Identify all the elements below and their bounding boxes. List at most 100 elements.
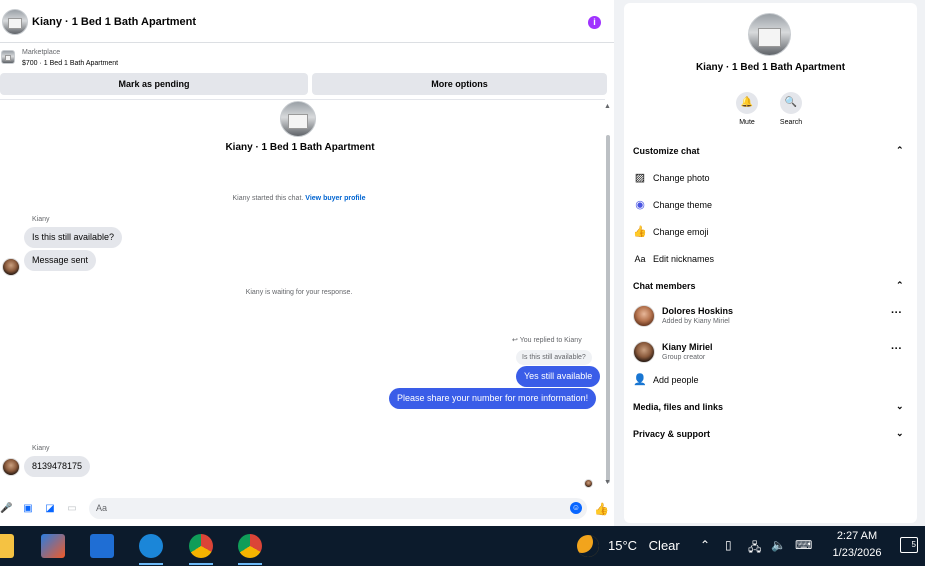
chevron-up-icon[interactable]: ⌃ [700,538,710,552]
mute-control[interactable]: 🔔 Mute [727,92,767,126]
photo-icon[interactable]: ▣ [22,503,34,515]
chat-scrollbar[interactable]: ▲ ▼ [604,103,612,488]
member-row[interactable]: Dolores Hoskins Added by Kiany Miriel ··… [633,305,913,335]
started-text: Kiany started this chat. [232,195,304,202]
more-icon[interactable]: ··· [891,343,902,355]
chrome-icon[interactable] [189,534,213,565]
notification-count: 5 [911,540,916,549]
store-icon[interactable] [41,534,65,558]
microphone-icon[interactable]: 🎤 [0,503,12,515]
chat-details-panel: Kiany · 1 Bed 1 Bath Apartment 🔔 Mute 🔍 … [624,3,917,523]
conversation-title: Kiany · 1 Bed 1 Bath Apartment [225,142,375,153]
change-photo-label: Change photo [653,173,710,183]
sender-avatar[interactable] [2,258,20,276]
info-icon[interactable]: i [588,16,601,29]
incoming-message[interactable]: Message sent [24,250,97,271]
incoming-message[interactable]: Is this still available? [24,227,123,248]
add-person-icon: 👤 [633,374,647,386]
details-title: Kiany · 1 Bed 1 Bath Apartment [695,62,846,73]
change-theme-label: Change theme [653,200,713,210]
add-people-label: Add people [653,375,699,385]
scroll-up-icon[interactable]: ▲ [604,103,611,110]
marketplace-thumbnail [1,50,15,64]
chrome-profile-icon[interactable] [238,534,262,565]
volume-icon[interactable]: 🔈 [771,538,786,552]
scrollbar-thumb[interactable] [606,135,610,483]
image-icon: ▨ [634,172,646,184]
incoming-message[interactable]: 8139478175 [24,456,91,477]
member-role: Group creator [662,354,706,361]
member-name: Kiany Miriel [662,342,713,352]
outgoing-message[interactable]: Yes still available [516,366,601,387]
member-role: Added by Kiany Miriel [662,318,730,325]
bell-icon[interactable]: 🔔 [736,92,758,114]
search-icon[interactable]: 🔍 [780,92,802,114]
outgoing-message[interactable]: Please share your number for more inform… [389,388,597,409]
network-icon[interactable]: 🖧 [748,538,761,559]
listing-avatar[interactable] [2,9,28,35]
replied-text: You replied to Kiany [519,337,582,344]
sender-name: Kiany [32,445,50,452]
more-options-button[interactable]: More options [312,73,607,95]
more-icon[interactable]: ··· [891,307,902,319]
screen: Kiany · 1 Bed 1 Bath Apartment i Marketp… [0,0,925,566]
message-placeholder: Aa [96,503,108,513]
moon-icon[interactable] [577,535,599,557]
device-icon[interactable]: ▯ [725,538,732,552]
notification-icon[interactable]: 5 [900,537,918,553]
temperature: 15°C [608,538,638,553]
chat-started-notice: Kiany started this chat. View buyer prof… [0,195,598,202]
search-label: Search [779,119,803,126]
scroll-down-icon[interactable]: ▼ [604,479,611,486]
emoji-icon[interactable]: ☺ [570,502,582,514]
chat-header: Kiany · 1 Bed 1 Bath Apartment i [0,0,614,43]
chat-header-title[interactable]: Kiany · 1 Bed 1 Bath Apartment [32,16,196,28]
view-buyer-profile-link[interactable]: View buyer profile [305,195,365,202]
file-explorer-icon[interactable] [0,534,14,558]
chevron-down-icon[interactable]: ⌄ [896,401,904,412]
divider [0,99,605,100]
mail-icon[interactable] [90,534,114,558]
replied-label: ↩ You replied to Kiany [512,337,582,344]
change-emoji-label: Change emoji [653,227,709,237]
mark-as-pending-button[interactable]: Mark as pending [0,73,308,95]
privacy-support-header[interactable]: Privacy & support [633,429,710,439]
keyboard-icon[interactable]: ⌨ [795,538,812,552]
sender-avatar[interactable] [2,458,20,476]
text-icon: Aa [634,254,646,264]
clock-date[interactable]: 1/23/2026 [822,547,892,559]
thumbs-up-icon: 👍 [633,226,647,238]
gif-icon[interactable]: ▭ [66,503,78,515]
chevron-down-icon[interactable]: ⌄ [896,428,904,439]
customize-chat-header[interactable]: Customize chat [633,146,700,156]
conversation-avatar [280,101,316,137]
thumbs-up-icon[interactable]: 👍 [594,502,609,516]
search-control[interactable]: 🔍 Search [771,92,811,126]
member-row[interactable]: Kiany Miriel Group creator ··· [633,341,913,371]
media-files-header[interactable]: Media, files and links [633,402,723,412]
quoted-message[interactable]: Is this still available? [516,350,592,365]
weather-condition: Clear [648,538,680,553]
member-avatar[interactable] [633,305,655,327]
seen-indicator-avatar [584,479,593,488]
message-composer: 🎤 ▣ ◪ ▭ Aa ☺ 👍 [0,497,614,521]
weather-widget[interactable]: 15°C Clear [608,538,680,553]
message-input[interactable]: Aa [89,498,587,519]
member-avatar[interactable] [633,341,655,363]
chevron-up-icon[interactable]: ⌃ [896,280,904,291]
sender-name: Kiany [32,216,50,223]
details-avatar [748,13,791,56]
taskbar: 15°C Clear ⌃ ▯ 🖧 🔈 ⌨ 2:27 AM 1/23/2026 5 [0,526,925,566]
waiting-notice: Kiany is waiting for your response. [245,289,353,296]
clock-time[interactable]: 2:27 AM [822,530,892,542]
chevron-up-icon[interactable]: ⌃ [896,145,904,156]
listing-summary[interactable]: $700 · 1 Bed 1 Bath Apartment [22,60,118,67]
edge-icon[interactable] [139,534,163,565]
member-name: Dolores Hoskins [662,306,734,316]
theme-icon: ◉ [635,199,645,211]
edit-nicknames-label: Edit nicknames [653,254,715,264]
sticker-icon[interactable]: ◪ [44,503,56,515]
marketplace-label: Marketplace [22,49,61,56]
mute-label: Mute [739,119,755,126]
chat-members-header[interactable]: Chat members [633,281,696,291]
